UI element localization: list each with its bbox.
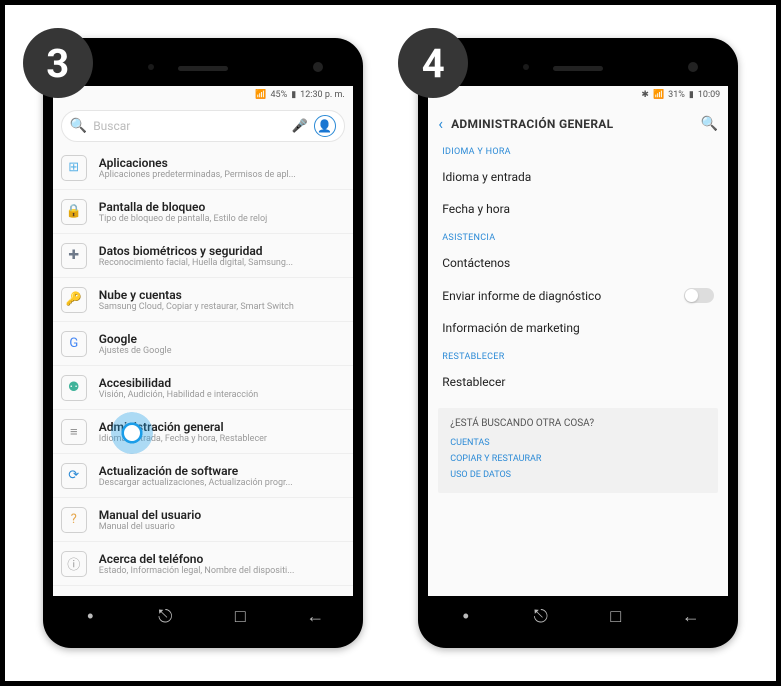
settings-list: ⊞ AplicacionesAplicaciones predeterminada… — [53, 146, 353, 586]
section-asistencia: ASISTENCIA — [428, 225, 728, 247]
item-fecha-hora[interactable]: Fecha y hora — [428, 193, 728, 225]
help-link-cuentas[interactable]: CUENTAS — [450, 435, 706, 451]
row-title: Pantalla de bloqueo — [99, 200, 343, 214]
phone-screen-left: 📶 45% ▮ 12:30 p. m. 🔍 Buscar 🎤 👤 ⊞ Aplica… — [53, 86, 353, 596]
screen-header: ‹ ADMINISTRACIÓN GENERAL 🔍 — [428, 104, 728, 139]
settings-row-administraci-n-general[interactable]: ≡ Administración generalIdioma, entrada, … — [53, 410, 353, 454]
item-idioma-entrada[interactable]: Idioma y entrada — [428, 161, 728, 193]
step-badge-3: 3 — [23, 28, 93, 98]
row-icon: ✚ — [61, 243, 87, 269]
row-title: Nube y cuentas — [99, 288, 343, 302]
help-link-datos[interactable]: USO DE DATOS — [450, 467, 706, 483]
item-info-marketing[interactable]: Información de marketing — [428, 312, 728, 344]
settings-row-nube-y-cuentas[interactable]: 🔑 Nube y cuentasSamsung Cloud, Copiar y r… — [53, 278, 353, 322]
phone-mockup-right: ✱ 📶 31% ▮ 10:09 ‹ ADMINISTRACIÓN GENERAL… — [418, 38, 738, 648]
signal-icon: 📶 — [653, 90, 664, 100]
row-title: Manual del usuario — [99, 508, 343, 522]
row-subtitle: Samsung Cloud, Copiar y restaurar, Smart… — [99, 302, 343, 312]
nav-back[interactable]: ← — [653, 606, 728, 627]
phone-mockup-left: 📶 45% ▮ 12:30 p. m. 🔍 Buscar 🎤 👤 ⊞ Aplica… — [43, 38, 363, 648]
row-icon: ⊞ — [61, 155, 87, 181]
phone-screen-right: ✱ 📶 31% ▮ 10:09 ‹ ADMINISTRACIÓN GENERAL… — [428, 86, 728, 596]
step-badge-4: 4 — [398, 28, 468, 98]
nav-home[interactable]: □ — [578, 606, 653, 627]
search-icon[interactable]: 🔍 — [701, 116, 718, 132]
phone-bezel-top — [428, 48, 728, 86]
search-icon: 🔍 — [70, 118, 87, 134]
row-subtitle: Ajustes de Google — [99, 346, 343, 356]
status-bar: ✱ 📶 31% ▮ 10:09 — [428, 86, 728, 104]
row-icon: ⟳ — [61, 463, 87, 489]
nav-back[interactable]: ← — [278, 606, 353, 627]
row-subtitle: Idioma, entrada, Fecha y hora, Restablec… — [99, 434, 343, 444]
battery-icon: ▮ — [689, 90, 694, 100]
row-subtitle: Visión, Audición, Habilidad e interacció… — [99, 390, 343, 400]
step-3: 3 📶 45% ▮ 12:30 p. m. 🔍 Buscar 🎤 👤 ⊞A — [43, 38, 363, 648]
profile-icon[interactable]: 👤 — [314, 115, 336, 137]
nav-recents[interactable]: ⎋ — [128, 606, 203, 627]
nav-home[interactable]: □ — [203, 606, 278, 627]
battery-text: 45% — [271, 90, 288, 100]
nav-dot: • — [53, 606, 128, 627]
nav-dot: • — [428, 606, 503, 627]
back-icon[interactable]: ‹ — [438, 114, 443, 133]
row-title: Administración general — [99, 420, 343, 434]
settings-row-google[interactable]: G GoogleAjustes de Google — [53, 322, 353, 366]
settings-row-accesibilidad[interactable]: ⚉ AccesibilidadVisión, Audición, Habilida… — [53, 366, 353, 410]
clock-text: 10:09 — [698, 90, 720, 100]
row-subtitle: Aplicaciones predeterminadas, Permisos d… — [99, 170, 343, 180]
row-title: Aplicaciones — [99, 156, 343, 170]
toggle-diagnostic[interactable] — [684, 288, 714, 303]
row-icon: ≡ — [61, 419, 87, 445]
help-link-copiar[interactable]: COPIAR Y RESTAURAR — [450, 451, 706, 467]
row-icon: ? — [61, 507, 87, 533]
nav-recents[interactable]: ⎋ — [503, 606, 578, 627]
row-subtitle: Reconocimiento facial, Huella digital, S… — [99, 258, 343, 268]
item-informe-diagnostico[interactable]: Enviar informe de diagnóstico — [428, 279, 728, 312]
row-icon: ⚉ — [61, 375, 87, 401]
bluetooth-icon: ✱ — [641, 90, 649, 100]
phone-bezel-top — [53, 48, 353, 86]
step-4: 4 ✱ 📶 31% ▮ 10:09 ‹ ADMINISTRACIÓN GENER… — [418, 38, 738, 648]
nav-bar: • ⎋ □ ← — [428, 596, 728, 636]
settings-row-aplicaciones[interactable]: ⊞ AplicacionesAplicaciones predeterminada… — [53, 146, 353, 190]
row-subtitle: Manual del usuario — [99, 522, 343, 532]
battery-icon: ▮ — [291, 90, 296, 100]
row-subtitle: Tipo de bloqueo de pantalla, Estilo de r… — [99, 214, 343, 224]
search-placeholder: Buscar — [93, 119, 285, 133]
row-title: Acerca del teléfono — [99, 552, 343, 566]
search-bar[interactable]: 🔍 Buscar 🎤 👤 — [61, 110, 345, 142]
row-icon: ⓘ — [61, 551, 87, 577]
clock-text: 12:30 p. m. — [300, 90, 345, 100]
row-title: Google — [99, 332, 343, 346]
status-bar: 📶 45% ▮ 12:30 p. m. — [53, 86, 353, 104]
row-title: Actualización de software — [99, 464, 343, 478]
item-label: Enviar informe de diagnóstico — [442, 289, 601, 303]
settings-row-pantalla-de-bloqueo[interactable]: 🔒 Pantalla de bloqueoTipo de bloqueo de p… — [53, 190, 353, 234]
section-lang-time: IDIOMA Y HORA — [428, 139, 728, 161]
header-title: ADMINISTRACIÓN GENERAL — [451, 117, 693, 131]
tutorial-frame: 3 📶 45% ▮ 12:30 p. m. 🔍 Buscar 🎤 👤 ⊞A — [0, 0, 781, 686]
settings-row-acerca-del-tel-fono[interactable]: ⓘ Acerca del teléfonoEstado, Información … — [53, 542, 353, 586]
row-icon: G — [61, 331, 87, 357]
row-subtitle: Descargar actualizaciones, Actualización… — [99, 478, 343, 488]
help-box: ¿ESTÁ BUSCANDO OTRA COSA? CUENTAS COPIAR… — [438, 408, 718, 493]
row-icon: 🔒 — [61, 199, 87, 225]
nav-bar: • ⎋ □ ← — [53, 596, 353, 636]
signal-icon: 📶 — [255, 90, 266, 100]
settings-row-manual-del-usuario[interactable]: ? Manual del usuarioManual del usuario — [53, 498, 353, 542]
row-icon: 🔑 — [61, 287, 87, 313]
settings-row-actualizaci-n-de-software[interactable]: ⟳ Actualización de softwareDescargar actu… — [53, 454, 353, 498]
help-question: ¿ESTÁ BUSCANDO OTRA COSA? — [450, 418, 706, 429]
mic-icon[interactable]: 🎤 — [292, 119, 308, 134]
row-subtitle: Estado, Información legal, Nombre del di… — [99, 566, 343, 576]
section-restablecer: RESTABLECER — [428, 344, 728, 366]
item-contactenos[interactable]: Contáctenos — [428, 247, 728, 279]
row-title: Datos biométricos y seguridad — [99, 244, 343, 258]
item-restablecer[interactable]: Restablecer — [428, 366, 728, 398]
settings-row-datos-biom-tricos-y-seguridad[interactable]: ✚ Datos biométricos y seguridadReconocimi… — [53, 234, 353, 278]
row-title: Accesibilidad — [99, 376, 343, 390]
battery-text: 31% — [668, 90, 685, 100]
